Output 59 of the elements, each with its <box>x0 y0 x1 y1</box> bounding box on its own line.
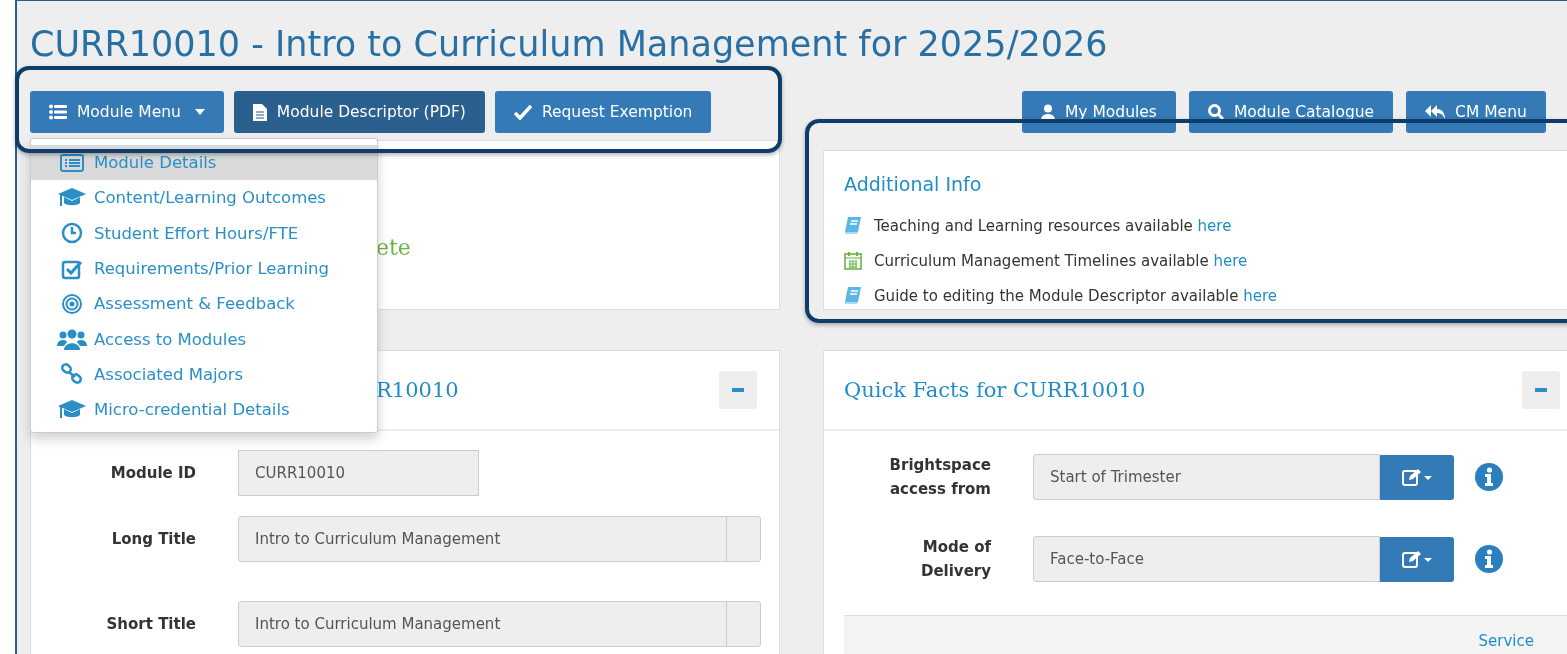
module-menu-button[interactable]: Module Menu <box>30 91 224 133</box>
catalogue-button[interactable]: Module Catalogue <box>1188 91 1394 133</box>
field-label: Long Title <box>110 530 196 548</box>
status-text: ete <box>376 235 411 260</box>
descriptor-button[interactable]: Module Descriptor (PDF) <box>233 91 485 133</box>
text-field[interactable]: Face-to-Face <box>1033 536 1380 582</box>
text-field[interactable]: Intro to Curriculum Management <box>238 516 761 562</box>
info-heading: Additional Info <box>844 173 983 195</box>
here-link[interactable]: here <box>1197 216 1232 235</box>
panel-heading: Quick Facts for CURR10010 <box>844 378 1146 402</box>
edit-dropdown-button[interactable] <box>1380 536 1454 582</box>
menu-item[interactable]: Assessment & Feedback <box>31 286 377 322</box>
menu-item[interactable]: Content/Learning Outcomes <box>31 180 377 216</box>
exemption-button[interactable]: Request Exemption <box>494 91 712 133</box>
menu-item[interactable]: Associated Majors <box>31 356 377 393</box>
calendar-icon <box>844 251 862 270</box>
page-title: CURR10010 - Intro to Curriculum Management for 2025/2026 <box>30 23 1109 66</box>
here-link[interactable]: here <box>1213 251 1248 270</box>
info-text: Curriculum Management Timelines available here <box>874 251 1248 270</box>
document-icon <box>252 103 267 121</box>
here-link[interactable]: here <box>1243 286 1278 305</box>
menu-item[interactable]: Access to Modules <box>31 321 377 357</box>
text-field[interactable]: CURR10010 <box>238 450 479 496</box>
info-icon[interactable] <box>1474 544 1504 574</box>
user-icon <box>1041 104 1055 120</box>
list-icon <box>57 152 87 173</box>
search-icon <box>1207 104 1224 120</box>
info-text: Guide to editing the Module Descriptor available here <box>874 286 1278 305</box>
field-label: Mode of Delivery <box>919 537 991 582</box>
reply-all-icon <box>1425 104 1446 120</box>
check-icon <box>513 104 532 120</box>
collapse-button[interactable] <box>1522 371 1560 409</box>
menu-item[interactable]: Requirements/Prior Learning <box>31 250 377 287</box>
menu-item[interactable]: Micro-credential Details <box>31 392 377 428</box>
minus-icon <box>732 388 744 392</box>
info-text: Teaching and Learning resources available here <box>874 216 1232 235</box>
info-icon[interactable] <box>1474 462 1504 492</box>
list-icon <box>49 104 67 120</box>
text-field[interactable]: Intro to Curriculum Management <box>238 601 761 647</box>
caret-icon <box>194 109 205 115</box>
text-field[interactable]: Start of Trimester <box>1033 454 1380 500</box>
graduation-cap-icon <box>57 186 87 209</box>
field-label: Short Title <box>105 615 196 633</box>
collapse-button[interactable] <box>719 371 757 409</box>
minus-icon <box>1535 388 1547 392</box>
service-link[interactable]: Service <box>1478 632 1534 654</box>
field-label: Module ID <box>109 464 196 482</box>
edit-icon <box>1402 468 1432 486</box>
field-label: Brightspace access from <box>888 455 991 500</box>
book-icon <box>844 286 862 305</box>
panel-heading: R10010 <box>375 378 459 402</box>
cm-menu-button[interactable]: CM Menu <box>1406 91 1546 133</box>
edit-dropdown-button[interactable] <box>1380 454 1454 500</box>
menu-item[interactable]: Student Effort Hours/FTE <box>31 215 377 251</box>
book-icon <box>844 216 862 235</box>
users-icon <box>57 328 87 351</box>
graduation-cap-icon <box>57 398 87 421</box>
edit-icon <box>1402 550 1432 568</box>
my-modules-button[interactable]: My Modules <box>1022 91 1176 133</box>
